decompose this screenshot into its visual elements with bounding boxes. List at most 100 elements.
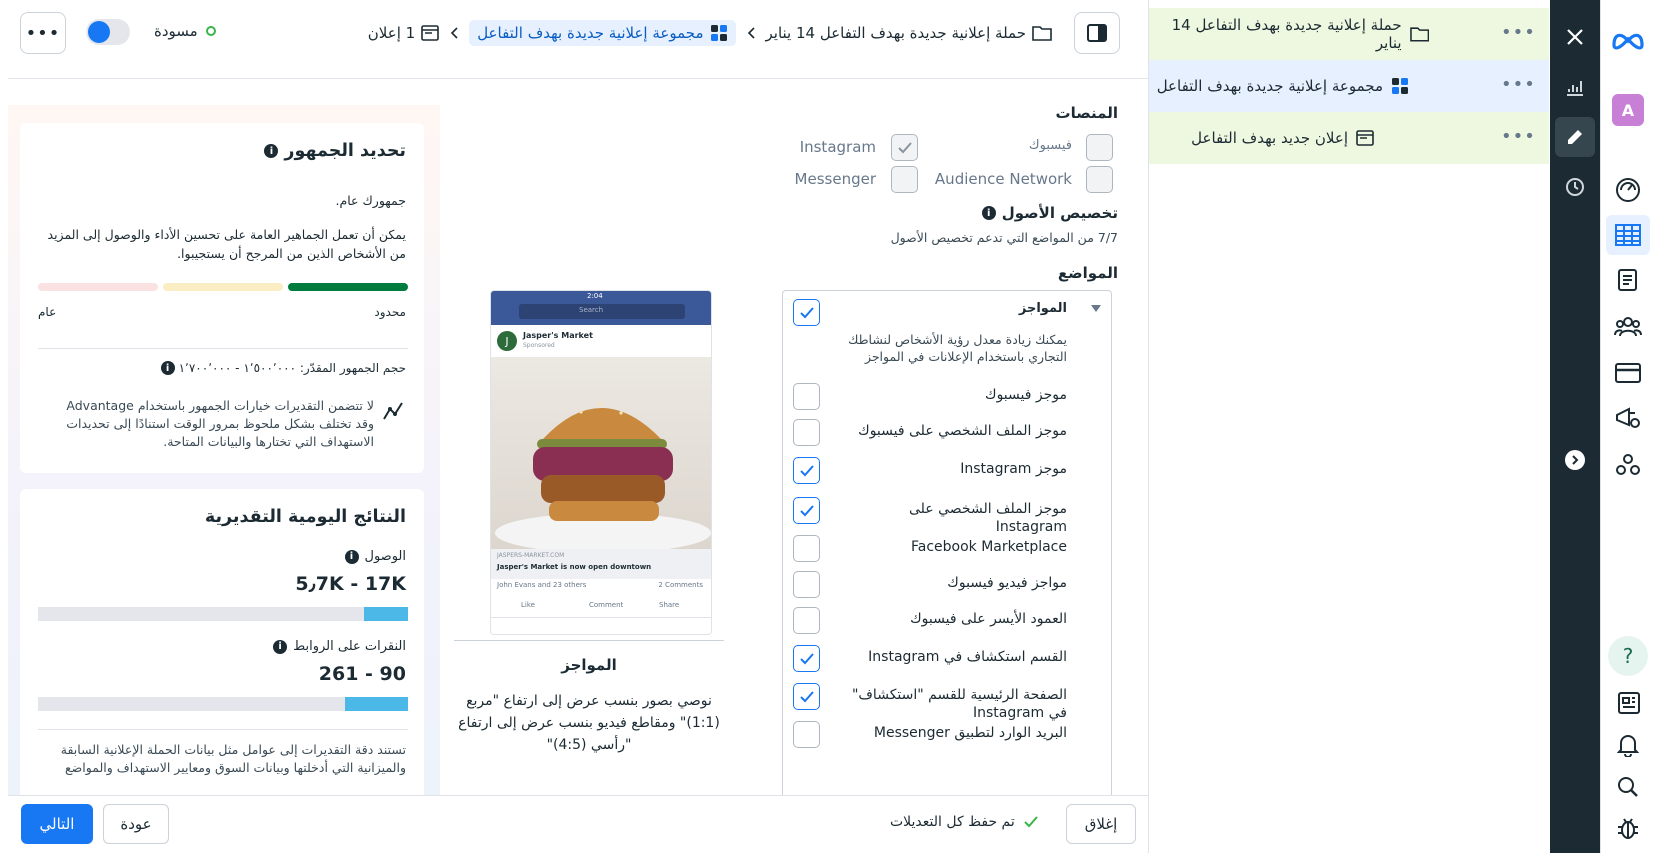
- placements-title: المواضع: [1057, 264, 1118, 282]
- placement-checkbox[interactable]: [793, 721, 820, 748]
- collapse-caret-icon[interactable]: [1091, 305, 1101, 313]
- meta-logo-icon[interactable]: [1606, 20, 1650, 60]
- help-icon[interactable]: ?: [1606, 636, 1650, 676]
- placement-checkbox[interactable]: [793, 645, 820, 672]
- placement-checkbox[interactable]: [793, 419, 820, 446]
- placement-checkbox[interactable]: [793, 571, 820, 598]
- check-icon: [1024, 816, 1038, 828]
- preview-time: 2:04: [587, 292, 603, 300]
- trend-line-icon: [383, 402, 403, 420]
- info-icon[interactable]: i: [344, 549, 359, 564]
- search-icon[interactable]: [1606, 767, 1650, 807]
- meter-label-broad: عام: [38, 305, 57, 319]
- audience-size-row: حجم الجمهور المقدّر: ١٬٥٠٠٬٠٠٠ - ١٬٧٠٠٬٠…: [160, 361, 406, 375]
- info-icon[interactable]: i: [160, 361, 175, 375]
- pages-icon[interactable]: [1606, 260, 1650, 300]
- ad-window-icon: [1356, 130, 1374, 146]
- close-button[interactable]: إغلاق: [1066, 804, 1136, 844]
- meter-segment-broad: [38, 283, 158, 291]
- back-button[interactable]: عودة: [103, 804, 169, 844]
- reporting-chart-icon[interactable]: [1555, 67, 1595, 107]
- estimates-footnote: تستند دقة التقديرات إلى عوامل مثل بيانات…: [60, 742, 406, 775]
- platform-instagram-checkbox[interactable]: [891, 134, 918, 161]
- status-toggle[interactable]: [86, 19, 130, 45]
- history-clock-icon[interactable]: [1555, 167, 1595, 207]
- audience-definition-card: تحديد الجمهور i جمهورك عام. يمكن أن تعمل…: [20, 123, 424, 473]
- adset-grid-icon: [1392, 78, 1408, 94]
- audience-subtitle: جمهورك عام.: [335, 193, 406, 208]
- more-options-button[interactable]: •••: [20, 12, 66, 54]
- breadcrumb-ad[interactable]: 1 إعلان: [368, 24, 439, 42]
- placement-checkbox[interactable]: [793, 457, 820, 484]
- clicks-bar-fill: [345, 697, 408, 711]
- tree-ad-label: إعلان جديد بهدف التفاعل: [1191, 129, 1348, 147]
- dashboard-icon[interactable]: [1606, 170, 1650, 210]
- asset-customization-subtitle: 7/7 من المواضع التي تدعم تخصيص الأصول: [890, 230, 1118, 245]
- breadcrumb-campaign-label: حملة إعلانية جديدة بهدف التفاعل 14 يناير: [765, 24, 1027, 42]
- edit-pencil-icon[interactable]: [1555, 117, 1595, 157]
- clicks-label-row: النقرات على الروابط i: [273, 639, 406, 654]
- news-icon[interactable]: [1606, 683, 1650, 723]
- save-status: تم حفظ كل التعديلات: [890, 814, 1039, 830]
- platform-facebook-checkbox[interactable]: [1086, 134, 1113, 161]
- bug-report-icon[interactable]: [1606, 808, 1650, 848]
- daily-results-card: النتائج اليومية التقديرية الوصول i 5٫7K …: [20, 489, 424, 795]
- placements-section: المنصات فيسبوك Instagram Audience Networ…: [440, 100, 1146, 795]
- save-status-label: تم حفظ كل التعديلات: [890, 814, 1015, 830]
- placement-label: موجز الملف الشخصي على Instagram: [909, 501, 1067, 535]
- placement-checkbox[interactable]: [793, 383, 820, 410]
- check-icon: [799, 306, 814, 318]
- placement-label: مواجز فيديو فيسبوك: [947, 575, 1067, 591]
- platform-messenger-checkbox[interactable]: [891, 166, 918, 193]
- placement-label: موجز Instagram: [960, 461, 1067, 477]
- tree-item-adset[interactable]: مجموعة إعلانية جديدة بهدف التفاعل •••: [1149, 60, 1549, 112]
- preview-link-bar: JASPERS-MARKET.COM Jasper's Market is no…: [491, 549, 711, 579]
- placement-label: موجز الملف الشخصي على فيسبوك: [858, 423, 1067, 439]
- tree-item-campaign[interactable]: حملة إعلانية جديدة بهدف التفاعل 14 يناير…: [1149, 8, 1549, 60]
- campaign-tree-panel: حملة إعلانية جديدة بهدف التفاعل 14 يناير…: [1148, 0, 1549, 853]
- audience-card-title: تحديد الجمهور: [284, 141, 406, 161]
- ad-more-menu[interactable]: •••: [1501, 126, 1536, 147]
- platform-audience-network-checkbox[interactable]: [1086, 166, 1113, 193]
- breadcrumb-campaign[interactable]: حملة إعلانية جديدة بهدف التفاعل 14 يناير: [766, 24, 1053, 42]
- notifications-bell-icon[interactable]: [1606, 725, 1650, 765]
- preview-page-avatar: J: [497, 331, 517, 351]
- info-icon[interactable]: i: [273, 639, 288, 654]
- group-feeds-checkbox[interactable]: [793, 299, 820, 326]
- avatar-letter: A: [1612, 94, 1644, 126]
- check-icon: [799, 690, 814, 702]
- preview-page-name: Jasper's Market: [523, 331, 593, 340]
- divider: [38, 348, 408, 349]
- check-icon: [799, 652, 814, 664]
- campaign-megaphone-icon[interactable]: [1606, 398, 1650, 438]
- adset-more-menu[interactable]: •••: [1501, 74, 1536, 95]
- next-button[interactable]: التالي: [21, 804, 93, 844]
- preview-status-bar: 2:04 Search: [491, 291, 711, 325]
- placement-checkbox[interactable]: [793, 683, 820, 710]
- account-avatar[interactable]: A: [1606, 90, 1650, 130]
- preview-tab-bar: [491, 617, 711, 634]
- divider: [38, 729, 408, 730]
- reach-label-row: الوصول i: [344, 549, 406, 564]
- breadcrumb-adset[interactable]: مجموعة إعلانية جديدة بهدف التفاعل: [469, 20, 736, 46]
- clicks-bar: [38, 697, 408, 711]
- ads-manager-table-icon[interactable]: [1606, 215, 1650, 255]
- placement-checkbox[interactable]: [793, 535, 820, 562]
- placement-checkbox[interactable]: [793, 607, 820, 634]
- folder-icon: [1032, 26, 1052, 41]
- info-icon[interactable]: i: [264, 144, 279, 158]
- toggle-tree-panel-button[interactable]: [1074, 12, 1120, 54]
- campaign-more-menu[interactable]: •••: [1501, 22, 1536, 43]
- editor-mode-strip: [1550, 0, 1600, 853]
- folder-icon: [1409, 27, 1429, 42]
- billing-card-icon[interactable]: [1606, 353, 1650, 393]
- meter-label-narrow: محدود: [374, 305, 406, 319]
- tree-item-ad[interactable]: إعلان جديد بهدف التفاعل •••: [1149, 112, 1549, 164]
- placement-checkbox[interactable]: [793, 497, 820, 524]
- info-icon[interactable]: i: [981, 206, 996, 220]
- expand-chevron-icon[interactable]: [1555, 440, 1595, 480]
- close-editor-icon[interactable]: [1555, 17, 1595, 57]
- audiences-icon[interactable]: [1606, 307, 1650, 347]
- business-network-icon[interactable]: [1606, 445, 1650, 485]
- reach-bar: [38, 607, 408, 621]
